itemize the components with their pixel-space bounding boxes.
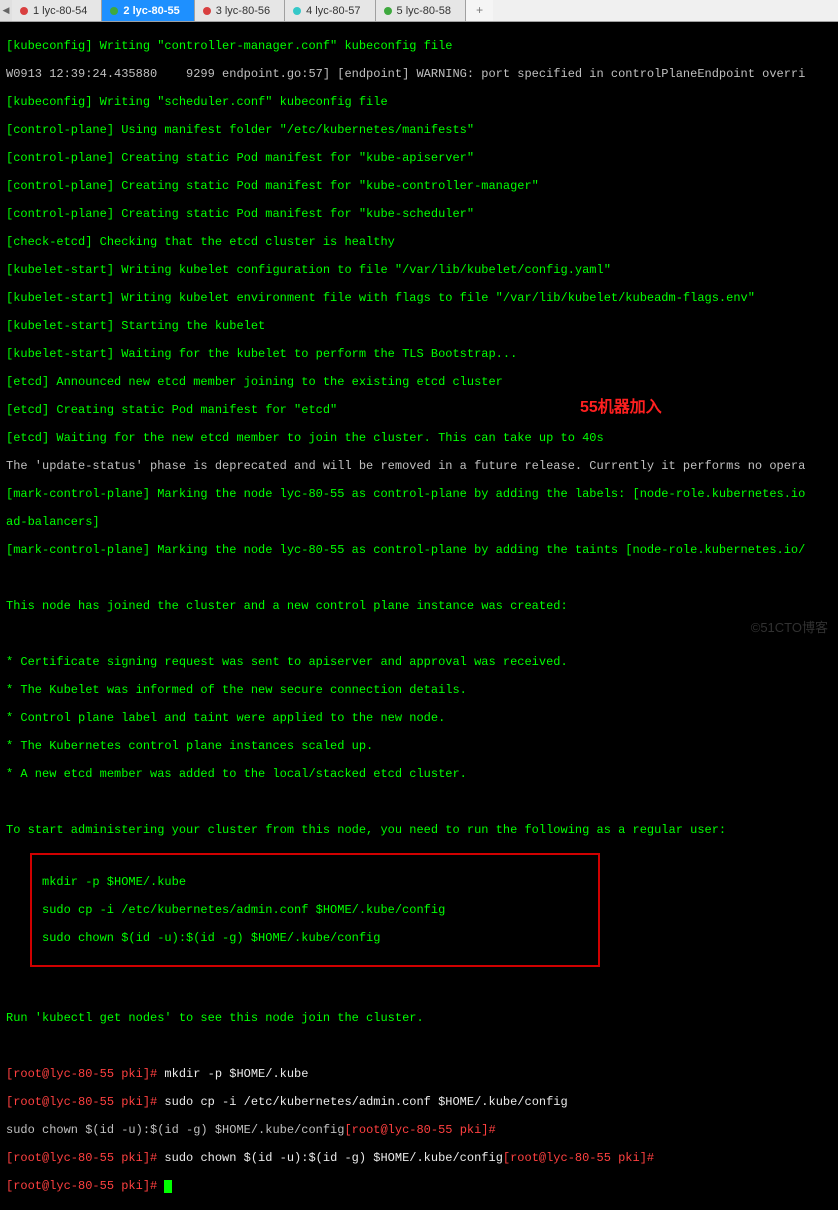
log-line: * Certificate signing request was sent t… <box>6 655 832 669</box>
log-line: [mark-control-plane] Marking the node ly… <box>6 487 832 501</box>
prompt-line: [root@lyc-80-55 pki]# mkdir -p $HOME/.ku… <box>6 1067 832 1081</box>
tab-label: 4 lyc-80-57 <box>306 5 360 17</box>
log-line: [control-plane] Creating static Pod mani… <box>6 179 832 193</box>
tab-scroll-left[interactable]: ◀ <box>0 0 12 21</box>
command-line: sudo cp -i /etc/kubernetes/admin.conf $H… <box>42 903 588 917</box>
shell-command: sudo cp -i /etc/kubernetes/admin.conf $H… <box>157 1095 567 1109</box>
log-line <box>6 795 832 809</box>
command-line: mkdir -p $HOME/.kube <box>42 875 588 889</box>
log-line: [mark-control-plane] Marking the node ly… <box>6 543 832 557</box>
log-line: [etcd] Announced new etcd member joining… <box>6 375 832 389</box>
log-line: ad-balancers] <box>6 515 832 529</box>
shell-command <box>157 1179 164 1193</box>
log-line: [kubelet-start] Waiting for the kubelet … <box>6 347 832 361</box>
log-line: * Control plane label and taint were app… <box>6 711 832 725</box>
prompt-line: [root@lyc-80-55 pki]# sudo cp -i /etc/ku… <box>6 1095 832 1109</box>
shell-prompt: [root@lyc-80-55 pki]# <box>6 1095 157 1109</box>
shell-prompt: [root@lyc-80-55 pki]# <box>503 1151 654 1165</box>
annotation-label: 55机器加入 <box>580 393 662 417</box>
tab-lyc-80-55[interactable]: 2 lyc-80-55 <box>102 0 194 21</box>
shell-command: sudo chown $(id -u):$(id -g) $HOME/.kube… <box>157 1151 503 1165</box>
tab-bar: ◀ 1 lyc-80-54 2 lyc-80-55 3 lyc-80-56 4 … <box>0 0 838 22</box>
watermark-label: ©51CTO博客 <box>751 617 828 636</box>
status-dot-icon <box>203 7 211 15</box>
tab-lyc-80-58[interactable]: 5 lyc-80-58 <box>376 0 466 21</box>
command-line: sudo chown $(id -u):$(id -g) $HOME/.kube… <box>42 931 588 945</box>
log-line: Run 'kubectl get nodes' to see this node… <box>6 1011 832 1025</box>
tab-label: 3 lyc-80-56 <box>216 5 270 17</box>
shell-prompt: [root@lyc-80-55 pki]# <box>6 1179 157 1193</box>
log-line: To start administering your cluster from… <box>6 823 832 837</box>
prompt-line: sudo chown $(id -u):$(id -g) $HOME/.kube… <box>6 1123 832 1137</box>
tab-label: 5 lyc-80-58 <box>397 5 451 17</box>
prompt-line: [root@lyc-80-55 pki]# sudo chown $(id -u… <box>6 1151 832 1165</box>
tab-new-button[interactable]: + <box>466 0 493 21</box>
log-line: [kubeconfig] Writing "scheduler.conf" ku… <box>6 95 832 109</box>
status-dot-icon <box>384 7 392 15</box>
log-line: [control-plane] Using manifest folder "/… <box>6 123 832 137</box>
log-line <box>6 1039 832 1053</box>
log-line: [control-plane] Creating static Pod mani… <box>6 151 832 165</box>
tab-lyc-80-54[interactable]: 1 lyc-80-54 <box>12 0 102 21</box>
log-line: [check-etcd] Checking that the etcd clus… <box>6 235 832 249</box>
shell-prompt: [root@lyc-80-55 pki]# <box>6 1067 157 1081</box>
cursor-icon <box>164 1180 172 1193</box>
highlighted-commands-box: mkdir -p $HOME/.kube sudo cp -i /etc/kub… <box>30 853 600 967</box>
log-line <box>6 627 832 641</box>
tab-lyc-80-57[interactable]: 4 lyc-80-57 <box>285 0 375 21</box>
tab-label: 2 lyc-80-55 <box>123 5 179 17</box>
tab-label: 1 lyc-80-54 <box>33 5 87 17</box>
log-line <box>6 983 832 997</box>
log-line: [kubelet-start] Writing kubelet environm… <box>6 291 832 305</box>
log-line: * The Kubernetes control plane instances… <box>6 739 832 753</box>
log-line: This node has joined the cluster and a n… <box>6 599 832 613</box>
log-line: [kubelet-start] Starting the kubelet <box>6 319 832 333</box>
log-line: [kubelet-start] Writing kubelet configur… <box>6 263 832 277</box>
log-line <box>6 571 832 585</box>
log-line: W0913 12:39:24.435880 9299 endpoint.go:5… <box>6 67 832 81</box>
status-dot-icon <box>110 7 118 15</box>
log-line: [etcd] Creating static Pod manifest for … <box>6 403 832 417</box>
shell-output: sudo chown $(id -u):$(id -g) $HOME/.kube… <box>6 1123 344 1137</box>
log-line: The 'update-status' phase is deprecated … <box>6 459 832 473</box>
log-line: * A new etcd member was added to the loc… <box>6 767 832 781</box>
shell-command: mkdir -p $HOME/.kube <box>157 1067 308 1081</box>
status-dot-icon <box>293 7 301 15</box>
log-line: * The Kubelet was informed of the new se… <box>6 683 832 697</box>
log-line: [etcd] Waiting for the new etcd member t… <box>6 431 832 445</box>
log-line: [control-plane] Creating static Pod mani… <box>6 207 832 221</box>
shell-prompt: [root@lyc-80-55 pki]# <box>6 1151 157 1165</box>
log-line: [kubeconfig] Writing "controller-manager… <box>6 39 832 53</box>
terminal-output[interactable]: [kubeconfig] Writing "controller-manager… <box>0 22 838 1210</box>
tab-lyc-80-56[interactable]: 3 lyc-80-56 <box>195 0 285 21</box>
prompt-line: [root@lyc-80-55 pki]# <box>6 1179 832 1193</box>
status-dot-icon <box>20 7 28 15</box>
shell-prompt: [root@lyc-80-55 pki]# <box>344 1123 495 1137</box>
